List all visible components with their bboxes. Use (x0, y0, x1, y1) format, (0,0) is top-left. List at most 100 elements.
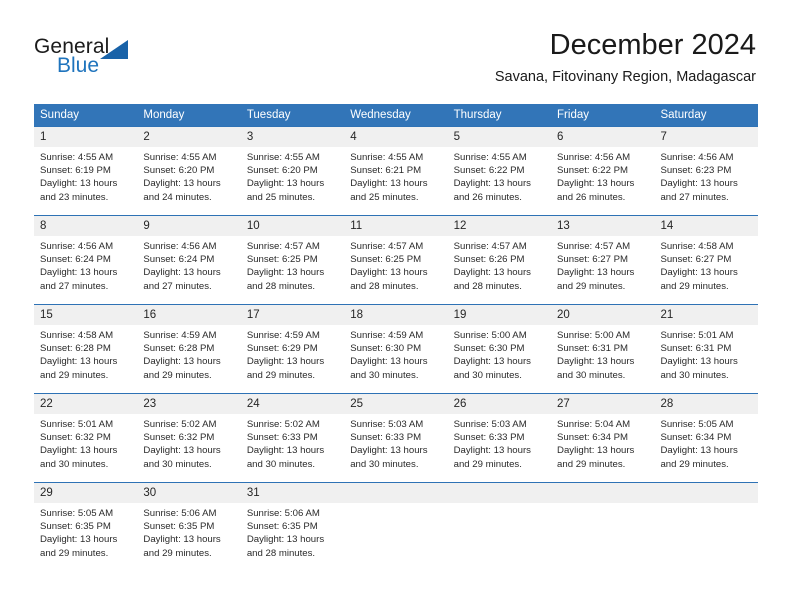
day-number[interactable]: 2 (137, 127, 240, 147)
page-title: December 2024 (549, 29, 756, 61)
sunset-text: Sunset: 6:33 PM (350, 432, 422, 444)
sunrise-text: Sunrise: 4:56 AM (660, 152, 734, 163)
day-number[interactable]: 21 (654, 305, 757, 325)
day-number[interactable]: 22 (34, 394, 137, 414)
daylight-text: Daylight: 13 hours and 30 minutes. (350, 356, 428, 381)
day-number[interactable]: 16 (137, 305, 240, 325)
sunrise-text: Sunrise: 4:56 AM (557, 152, 631, 163)
week-detail-band: Sunrise: 4:58 AM Sunset: 6:28 PM Dayligh… (34, 325, 758, 393)
day-number-empty (654, 483, 757, 503)
daylight-text: Daylight: 13 hours and 29 minutes. (557, 445, 635, 470)
sunset-text: Sunset: 6:20 PM (246, 165, 318, 177)
day-detail-cell-empty (654, 503, 757, 571)
sunset-text: Sunset: 6:31 PM (660, 343, 732, 355)
day-detail-cell: Sunrise: 5:05 AM Sunset: 6:34 PM Dayligh… (654, 414, 757, 482)
daylight-text: Daylight: 13 hours and 29 minutes. (40, 356, 118, 381)
day-number[interactable]: 18 (344, 305, 447, 325)
day-detail-cell: Sunrise: 4:59 AM Sunset: 6:30 PM Dayligh… (344, 325, 447, 393)
triangle-icon (100, 40, 128, 59)
sunset-text: Sunset: 6:23 PM (660, 165, 732, 177)
day-number[interactable]: 10 (241, 216, 344, 236)
sunset-text: Sunset: 6:28 PM (40, 343, 111, 355)
week-date-band: 8 9 10 11 12 13 14 (34, 216, 758, 236)
day-detail-cell: Sunrise: 5:01 AM Sunset: 6:32 PM Dayligh… (34, 414, 137, 482)
day-number[interactable]: 4 (344, 127, 447, 147)
sunrise-text: Sunrise: 5:02 AM (246, 419, 320, 430)
day-detail-cell: Sunrise: 4:57 AM Sunset: 6:25 PM Dayligh… (344, 236, 447, 304)
logo-text-blue: Blue (57, 54, 100, 77)
sunset-text: Sunset: 6:32 PM (40, 432, 111, 444)
week-date-band: 29 30 31 (34, 483, 758, 503)
weekday-header-wednesday: Wednesday (350, 109, 411, 121)
weekday-header-sunday: Sunday (40, 109, 80, 121)
day-number[interactable]: 6 (551, 127, 654, 147)
day-number[interactable]: 19 (448, 305, 551, 325)
day-number[interactable]: 24 (241, 394, 344, 414)
daylight-text: Daylight: 13 hours and 30 minutes. (453, 356, 531, 381)
day-number[interactable]: 8 (34, 216, 137, 236)
day-number[interactable]: 9 (137, 216, 240, 236)
daylight-text: Daylight: 13 hours and 27 minutes. (143, 267, 221, 292)
day-number[interactable]: 25 (344, 394, 447, 414)
week-detail-band: Sunrise: 4:56 AM Sunset: 6:24 PM Dayligh… (34, 236, 758, 304)
sunrise-text: Sunrise: 4:56 AM (143, 241, 217, 252)
day-number[interactable]: 20 (551, 305, 654, 325)
sunrise-text: Sunrise: 5:00 AM (453, 330, 527, 341)
daylight-text: Daylight: 13 hours and 29 minutes. (453, 445, 531, 470)
day-number[interactable]: 26 (448, 394, 551, 414)
day-number[interactable]: 12 (448, 216, 551, 236)
day-detail-cell: Sunrise: 4:56 AM Sunset: 6:24 PM Dayligh… (34, 236, 137, 304)
sunset-text: Sunset: 6:21 PM (350, 165, 422, 177)
calendar-week-row: 1 2 3 4 5 6 7 Sunrise: 4:55 AM Sunset: 6… (34, 126, 758, 215)
sunset-text: Sunset: 6:24 PM (143, 254, 215, 266)
sunset-text: Sunset: 6:30 PM (453, 343, 525, 355)
day-number-empty (448, 483, 551, 503)
sunset-text: Sunset: 6:34 PM (660, 432, 732, 444)
sunrise-text: Sunrise: 4:55 AM (350, 152, 424, 163)
sunset-text: Sunset: 6:22 PM (453, 165, 525, 177)
day-number[interactable]: 15 (34, 305, 137, 325)
sunrise-text: Sunrise: 4:57 AM (557, 241, 631, 252)
day-number[interactable]: 1 (34, 127, 137, 147)
sunset-text: Sunset: 6:22 PM (557, 165, 628, 177)
daylight-text: Daylight: 13 hours and 25 minutes. (246, 178, 325, 203)
day-detail-cell: Sunrise: 4:55 AM Sunset: 6:20 PM Dayligh… (241, 147, 344, 215)
daylight-text: Daylight: 13 hours and 27 minutes. (660, 178, 738, 203)
day-number-empty (344, 483, 447, 503)
sunset-text: Sunset: 6:35 PM (143, 521, 215, 533)
weekday-header-tuesday: Tuesday (246, 109, 291, 121)
day-number[interactable]: 14 (654, 216, 757, 236)
daylight-text: Daylight: 13 hours and 29 minutes. (246, 356, 325, 381)
sunset-text: Sunset: 6:30 PM (350, 343, 422, 355)
calendar-page: General Blue December 2024 Savana, Fitov… (0, 0, 792, 612)
sunrise-text: Sunrise: 4:55 AM (246, 152, 320, 163)
sunrise-text: Sunrise: 4:57 AM (453, 241, 527, 252)
daylight-text: Daylight: 13 hours and 28 minutes. (350, 267, 428, 292)
daylight-text: Daylight: 13 hours and 30 minutes. (246, 445, 325, 470)
day-detail-cell-empty (448, 503, 551, 571)
sunset-text: Sunset: 6:25 PM (350, 254, 422, 266)
day-number[interactable]: 30 (137, 483, 240, 503)
day-number[interactable]: 11 (344, 216, 447, 236)
daylight-text: Daylight: 13 hours and 30 minutes. (143, 445, 221, 470)
sunrise-text: Sunrise: 5:01 AM (660, 330, 734, 341)
sunset-text: Sunset: 6:35 PM (40, 521, 111, 533)
day-number[interactable]: 28 (654, 394, 757, 414)
day-detail-cell: Sunrise: 5:06 AM Sunset: 6:35 PM Dayligh… (241, 503, 344, 571)
sunrise-text: Sunrise: 5:01 AM (40, 419, 114, 430)
day-number[interactable]: 3 (241, 127, 344, 147)
daylight-text: Daylight: 13 hours and 29 minutes. (660, 267, 738, 292)
day-number[interactable]: 31 (241, 483, 344, 503)
day-number[interactable]: 17 (241, 305, 344, 325)
day-number[interactable]: 5 (448, 127, 551, 147)
week-date-band: 22 23 24 25 26 27 28 (34, 394, 758, 414)
day-detail-cell: Sunrise: 5:02 AM Sunset: 6:33 PM Dayligh… (241, 414, 344, 482)
sunrise-text: Sunrise: 4:58 AM (40, 330, 114, 341)
day-number[interactable]: 7 (654, 127, 757, 147)
sunrise-text: Sunrise: 4:56 AM (40, 241, 114, 252)
day-number[interactable]: 29 (34, 483, 137, 503)
day-number[interactable]: 27 (551, 394, 654, 414)
day-detail-cell: Sunrise: 4:56 AM Sunset: 6:24 PM Dayligh… (137, 236, 240, 304)
day-number[interactable]: 13 (551, 216, 654, 236)
day-number[interactable]: 23 (137, 394, 240, 414)
